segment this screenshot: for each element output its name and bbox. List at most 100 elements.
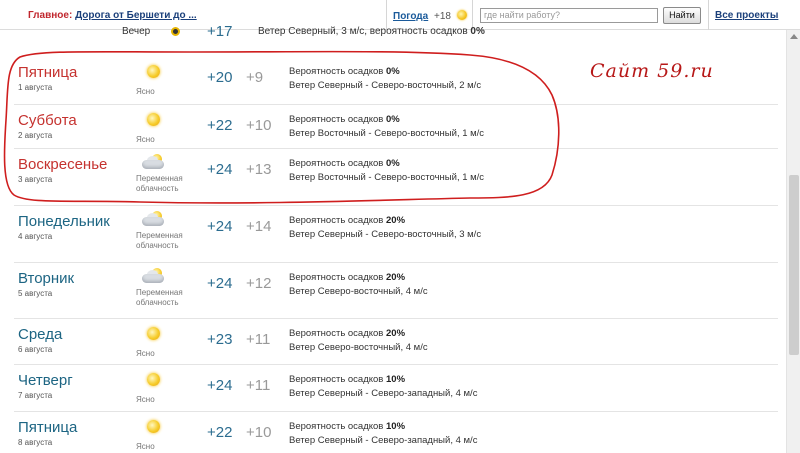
wind-line: Ветер Северный - Северо-западный, 4 м/с	[289, 388, 478, 399]
sun-icon	[142, 62, 162, 80]
precip-label: Вероятность осадков	[289, 328, 384, 339]
precip-label: Вероятность осадков	[289, 114, 384, 125]
precip-label: Вероятность осадков	[289, 215, 384, 226]
scrollbar[interactable]	[786, 30, 800, 453]
precip-label: Вероятность осадков	[289, 374, 384, 385]
precip-line: Вероятность осадков 20%	[289, 272, 405, 283]
sun-icon	[142, 417, 162, 435]
day-date: 8 августа	[18, 438, 53, 447]
temp-night: +9	[246, 69, 264, 86]
day-date: 6 августа	[18, 345, 53, 354]
partly-cloudy-icon	[142, 211, 164, 229]
moon-icon	[171, 27, 180, 36]
precip-value: 20%	[386, 328, 406, 339]
precip-label: Вероятность осадков	[289, 421, 384, 432]
headline-label: Главное:	[28, 10, 73, 21]
day-name: Среда	[18, 326, 63, 343]
day-name: Воскресенье	[18, 156, 108, 173]
precip-label: Вероятность осадков	[289, 272, 384, 283]
condition-label: Ясно	[136, 135, 155, 144]
day-date: 3 августа	[18, 175, 53, 184]
temp-night: +14	[246, 218, 272, 235]
scroll-up-icon[interactable]	[790, 34, 798, 39]
temp-day: +24	[207, 161, 233, 178]
temp-night: +11	[246, 331, 271, 348]
temp-night: +12	[246, 275, 272, 292]
temp-day: +24	[207, 218, 233, 235]
forecast-row: Суббота 2 августа Ясно +22 +10 Вероятность ос…	[14, 104, 778, 148]
day-date: 7 августа	[18, 391, 53, 400]
precip-value: 0%	[386, 158, 400, 169]
precip-label: Вероятность осадков	[289, 158, 384, 169]
sun-icon	[456, 10, 467, 20]
day-date: 2 августа	[18, 131, 53, 140]
all-projects-link[interactable]: Все проекты	[715, 10, 778, 21]
condition-label: Ясно	[136, 442, 155, 451]
day-name: Пятница	[18, 419, 78, 436]
forecast-row: Среда 6 августа Ясно +23 +11 Вероятность осад…	[14, 318, 778, 364]
precip-value: 20%	[386, 215, 406, 226]
wind-line: Ветер Северо-восточный, 4 м/с	[289, 286, 428, 297]
wind-line: Ветер Восточный - Северо-восточный, 1 м/…	[289, 172, 485, 183]
day-name: Пятница	[18, 64, 78, 81]
day-name: Понедельник	[18, 213, 110, 230]
temp-night: +10	[246, 424, 272, 441]
wind-line: Ветер Северный - Северо-восточный, 2 м/с	[289, 80, 482, 91]
evening-text: Ветер Северный, 3 м/с, вероятность осадк…	[258, 26, 485, 37]
precip-line: Вероятность осадков 20%	[289, 215, 405, 226]
sun-icon	[142, 110, 162, 128]
forecast-row: Четверг 7 августа Ясно +24 +11 Вероятность ос…	[14, 364, 778, 411]
forecast-row: Пятница 8 августа Ясно +22 +10 Вероятность ос…	[14, 411, 778, 453]
forecast-row: Воскресенье 3 августа Переменная облачност…	[14, 148, 778, 205]
precip-value: 20%	[386, 272, 406, 283]
condition-label: Ясно	[136, 349, 155, 358]
temp-night: +10	[246, 117, 272, 134]
temp-day: +24	[207, 377, 233, 394]
condition-label: Переменная облачность	[136, 288, 183, 307]
precip-line: Вероятность осадков 0%	[289, 66, 400, 77]
evening-temp: +17	[207, 23, 233, 40]
scrollbar-thumb[interactable]	[789, 175, 799, 355]
wind-line: Ветер Восточный - Северо-восточный, 1 м/…	[289, 128, 485, 139]
wind-line: Ветер Северный - Северо-западный, 4 м/с	[289, 435, 478, 446]
precip-line: Вероятность осадков 10%	[289, 421, 405, 432]
precip-line: Вероятность осадков 0%	[289, 158, 400, 169]
precip-line: Вероятность осадков 20%	[289, 328, 405, 339]
precip-value: 0%	[386, 114, 400, 125]
day-name: Вторник	[18, 270, 75, 287]
handwritten-annotation: Сайт 59.ru	[590, 60, 714, 82]
day-date: 1 августа	[18, 83, 53, 92]
weather-link[interactable]: Погода	[393, 11, 428, 22]
partly-cloudy-icon	[142, 268, 164, 286]
wind-line: Ветер Северо-восточный, 4 м/с	[289, 342, 428, 353]
forecast-row: Вторник 5 августа Переменная облачность +24…	[14, 262, 778, 318]
temp-night: +11	[246, 377, 271, 394]
evening-precip: 0%	[470, 26, 485, 37]
day-date: 4 августа	[18, 232, 53, 241]
weather-widget: Погода +18	[393, 10, 467, 22]
day-date: 5 августа	[18, 289, 53, 298]
temp-night: +13	[246, 161, 272, 178]
evening-label: Вечер	[122, 26, 151, 37]
precip-value: 10%	[386, 374, 406, 385]
headline: Главное: Дорога от Бершети до ...	[28, 10, 197, 21]
condition-label: Переменная облачность	[136, 174, 183, 193]
condition-label: Переменная облачность	[136, 231, 183, 250]
headline-link[interactable]: Дорога от Бершети до ...	[75, 10, 197, 21]
evening-wind: Ветер Северный, 3 м/с, вероятность осадк…	[258, 26, 468, 37]
day-name: Четверг	[18, 372, 73, 389]
forecast-row: Понедельник 4 августа Переменная облачност…	[14, 205, 778, 262]
temp-day: +24	[207, 275, 233, 292]
sun-icon	[142, 370, 162, 388]
temp-day: +22	[207, 424, 233, 441]
precip-label: Вероятность осадков	[289, 66, 384, 77]
day-name: Суббота	[18, 112, 77, 129]
temp-day: +23	[207, 331, 233, 348]
temp-day: +22	[207, 117, 233, 134]
weather-temp: +18	[434, 11, 451, 22]
wind-line: Ветер Северный - Северо-восточный, 3 м/с	[289, 229, 482, 240]
partly-cloudy-icon	[142, 154, 164, 172]
temp-day: +20	[207, 69, 233, 86]
search-input[interactable]: где найти работу?	[480, 8, 658, 23]
precip-value: 10%	[386, 421, 406, 432]
